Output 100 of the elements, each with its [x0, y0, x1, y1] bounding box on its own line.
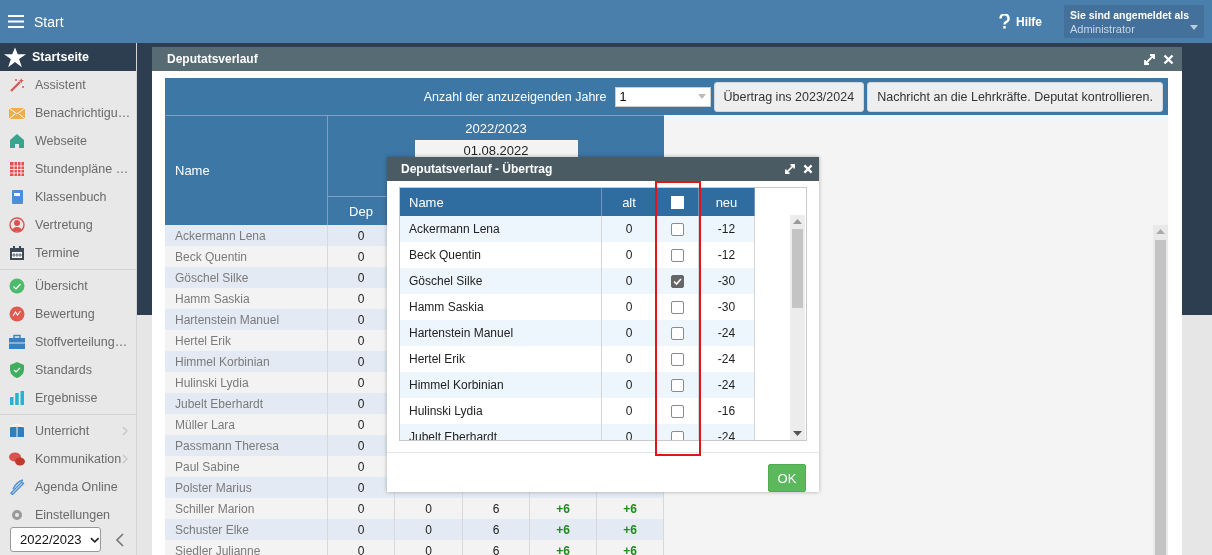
sidebar-item[interactable]: Assistent	[0, 71, 136, 99]
name-cell: Schiller Marion	[165, 498, 328, 519]
table-cell: 0	[602, 268, 657, 294]
name-cell: Beck Quentin	[165, 246, 328, 267]
name-cell: Himmel Korbinian	[165, 351, 328, 372]
table-cell: -24	[699, 372, 755, 398]
table-cell: 0	[328, 540, 395, 555]
sidebar-item[interactable]: Webseite	[0, 127, 136, 155]
check-circle-icon	[9, 278, 25, 294]
sidebar-item[interactable]: Agenda Online	[0, 473, 136, 501]
sidebar-item[interactable]: Bewertung	[0, 300, 136, 328]
bar-chart-icon	[9, 390, 25, 406]
book-icon	[9, 423, 25, 439]
calendar-icon	[9, 245, 25, 261]
scrollbar[interactable]	[790, 215, 805, 440]
window-title: Deputatsverlauf	[167, 52, 259, 66]
checkbox[interactable]	[671, 404, 684, 418]
person-icon	[9, 217, 25, 233]
table-cell: 6	[463, 540, 530, 555]
name-cell: Hartenstein Manuel	[165, 309, 328, 330]
sidebar-item[interactable]: Termine	[0, 239, 136, 267]
scroll-up-icon[interactable]	[1156, 229, 1165, 234]
name-cell: Siedler Julianne	[165, 540, 328, 555]
table-cell: 0	[328, 477, 395, 498]
table-cell: 0	[602, 216, 657, 242]
envelope-icon	[9, 105, 25, 121]
sidebar-item[interactable]: Einstellungen	[0, 501, 136, 529]
year-select[interactable]: 2022/2023	[10, 527, 101, 552]
sidebar-item[interactable]: Standards	[0, 356, 136, 384]
scroll-down-icon[interactable]	[793, 431, 802, 436]
close-icon[interactable]	[803, 164, 813, 174]
user-menu[interactable]: Sie sind angemeldet als Administrator	[1064, 5, 1204, 38]
ok-button[interactable]: OK	[768, 464, 806, 492]
chevron-down-icon	[90, 536, 100, 543]
checkbox[interactable]	[671, 248, 684, 262]
checkbox[interactable]	[671, 326, 684, 340]
caret-icon	[1190, 25, 1198, 30]
action-button[interactable]: Übertrag ins 2023/2024	[713, 81, 865, 112]
sidebar-item[interactable]: Übersicht	[0, 272, 136, 300]
sidebar-item[interactable]: Vertretung	[0, 211, 136, 239]
name-cell: Hamm Saskia	[165, 288, 328, 309]
name-cell: Hertel Erik	[165, 330, 328, 351]
table-cell: +6	[597, 540, 664, 555]
scrollbar[interactable]	[1153, 225, 1168, 555]
checkbox[interactable]	[671, 274, 684, 288]
sidebar-item[interactable]: Unterricht	[0, 417, 136, 445]
column-header: alt	[602, 188, 657, 216]
table-cell: 0	[395, 540, 463, 555]
chat-bubbles-icon	[9, 451, 25, 467]
table-cell: +6	[597, 519, 664, 540]
table-cell: +6	[530, 498, 597, 519]
help-icon[interactable]	[999, 14, 1010, 29]
year-label: 2022/2023	[465, 121, 527, 136]
close-icon[interactable]	[1163, 53, 1174, 65]
action-button[interactable]: Nachricht an die Lehrkräfte. Deputat kontrollieren.	[867, 81, 1163, 112]
briefcase-icon	[9, 334, 25, 350]
sidebar-item[interactable]: Startseite	[0, 43, 136, 71]
grid-icon	[9, 161, 25, 177]
years-select[interactable]: 1	[614, 86, 711, 107]
name-cell: Schuster Elke	[165, 519, 328, 540]
star-icon	[4, 46, 26, 68]
table-cell: 0	[602, 372, 657, 398]
caret-icon	[697, 94, 706, 99]
dialog-title: Deputatsverlauf - Übertrag	[401, 162, 554, 176]
name-cell: Göschel Silke	[165, 267, 328, 288]
sidebar-item[interactable]: Benachrichtigu…	[0, 99, 136, 127]
checkbox[interactable]	[671, 300, 684, 314]
magic-wand-icon	[9, 77, 25, 93]
years-label: Anzahl der anzuzeigenden Jahre	[423, 89, 607, 104]
name-cell: Jubelt Eberhardt	[165, 393, 328, 414]
collapse-icon[interactable]	[116, 532, 124, 547]
help-link[interactable]: Hilfe	[1016, 14, 1042, 29]
table-cell: +6	[530, 540, 597, 555]
name-cell: Ackermann Lena	[165, 225, 328, 246]
sidebar-item[interactable]: Ergebnisse	[0, 384, 136, 412]
table-cell: 6	[463, 519, 530, 540]
checkbox[interactable]	[671, 378, 684, 392]
pen-icon	[9, 479, 25, 495]
checkbox[interactable]	[671, 430, 684, 440]
sidebar-item[interactable]: Kommunikation	[0, 445, 136, 473]
expand-icon[interactable]	[1144, 53, 1155, 65]
name-cell: Göschel Silke	[400, 268, 602, 294]
name-cell: Ackermann Lena	[400, 216, 602, 242]
shield-icon	[9, 362, 25, 378]
sidebar-item[interactable]: Klassenbuch	[0, 183, 136, 211]
sidebar-item[interactable]: Stoffverteilung…	[0, 328, 136, 356]
expand-icon[interactable]	[785, 164, 795, 174]
table-cell: -30	[699, 268, 755, 294]
checkbox[interactable]	[671, 352, 684, 366]
select-all-checkbox[interactable]	[671, 195, 684, 209]
column-header: Name	[165, 115, 328, 225]
scroll-up-icon[interactable]	[793, 219, 802, 224]
sidebar-item[interactable]: Stundenpläne …	[0, 155, 136, 183]
menu-icon[interactable]	[8, 15, 24, 28]
checkbox[interactable]	[671, 222, 684, 236]
name-cell: Hartenstein Manuel	[400, 320, 602, 346]
table-cell: +6	[530, 519, 597, 540]
date-field[interactable]: 01.08.2022	[414, 140, 578, 160]
table-cell: 0	[395, 498, 463, 519]
table-cell: 0	[602, 320, 657, 346]
